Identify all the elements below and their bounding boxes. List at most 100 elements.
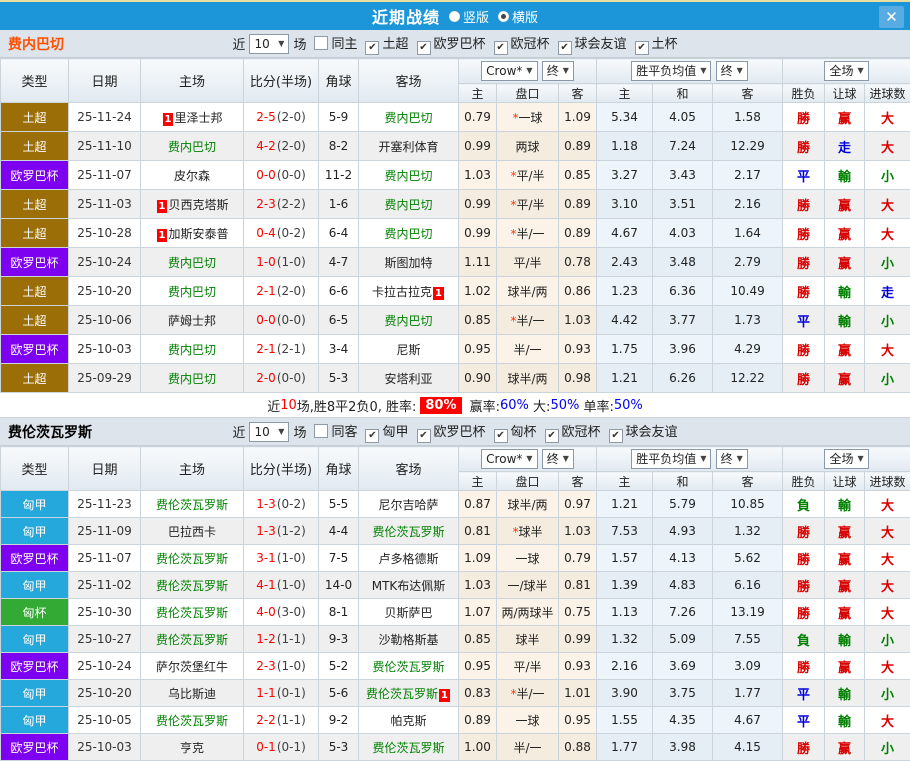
recent-count-select[interactable]: 10▼	[249, 34, 289, 54]
avg-type-select[interactable]: 胜平负均值▼	[631, 61, 711, 81]
avg-draw: 7.26	[653, 599, 713, 626]
filter-checkbox-土超[interactable]	[365, 41, 379, 55]
filter-checkbox-球会友谊[interactable]	[609, 429, 623, 443]
halftime-score: (1-0)	[277, 578, 306, 592]
filter-checkbox-同客[interactable]	[314, 424, 328, 438]
handicap-line: 平/半	[497, 248, 559, 277]
col-avg-home: 主	[597, 84, 653, 103]
horizontal-radio-label[interactable]: 横版	[512, 7, 538, 26]
close-icon[interactable]: ✕	[879, 6, 904, 28]
odds-home: 1.02	[459, 277, 497, 306]
result-wdl: 平	[783, 707, 825, 734]
away-team: 费伦茨瓦罗斯	[359, 734, 459, 761]
odds-away: 0.89	[559, 219, 597, 248]
avg-draw: 4.35	[653, 707, 713, 734]
vertical-radio[interactable]	[449, 11, 460, 22]
avg-home-win: 4.67	[597, 219, 653, 248]
odds-away: 0.89	[559, 190, 597, 219]
odds-time-select[interactable]: 终▼	[542, 61, 574, 81]
match-score: 2-0(0-0)	[244, 364, 319, 393]
handicap-line: 球半/两	[497, 364, 559, 393]
avg-away-win: 13.19	[713, 599, 783, 626]
avg-home-win: 2.16	[597, 653, 653, 680]
col-away: 客场	[359, 59, 459, 103]
col-avg-home: 主	[597, 472, 653, 491]
result-goals: 大	[865, 491, 910, 518]
league-badge: 匈甲	[1, 518, 69, 545]
handicap-line: 一/球半	[497, 572, 559, 599]
filter-checkbox-匈甲[interactable]	[365, 429, 379, 443]
home-team: 费内巴切	[141, 132, 244, 161]
avg-time-select[interactable]: 终▼	[716, 61, 748, 81]
fulltime-score: 1-3	[256, 497, 276, 511]
result-handicap: 赢	[825, 518, 865, 545]
corner-score: 8-1	[319, 599, 359, 626]
filter-checkbox-匈杯[interactable]	[494, 429, 508, 443]
filter-checkbox-球会友谊[interactable]	[558, 41, 572, 55]
changed-line-star: *	[512, 525, 518, 539]
col-result-goals: 进球数	[865, 84, 910, 103]
result-wdl: 勝	[783, 599, 825, 626]
changed-line-star: *	[510, 227, 516, 241]
result-wdl: 勝	[783, 132, 825, 161]
filter-checkbox-欧罗巴杯[interactable]	[417, 41, 431, 55]
handicap-line: 两/两球半	[497, 599, 559, 626]
filter-checkbox-同主[interactable]	[314, 36, 328, 50]
chevron-down-icon: ▼	[857, 62, 863, 80]
corner-score: 6-5	[319, 306, 359, 335]
near-label: 近	[232, 34, 245, 53]
result-handicap: 赢	[825, 103, 865, 132]
col-score: 比分(半场)	[244, 447, 319, 491]
handicap-line: *球半	[497, 518, 559, 545]
odds-home: 0.79	[459, 103, 497, 132]
odds-home: 0.89	[459, 707, 497, 734]
chevron-down-icon: ▼	[563, 450, 569, 468]
avg-type-value: 胜平负均值	[636, 450, 696, 468]
red-card-badge: 1	[433, 287, 444, 300]
fulltime-score: 1-1	[256, 686, 276, 700]
league-badge: 匈甲	[1, 572, 69, 599]
avg-home-win: 3.90	[597, 680, 653, 707]
match-score: 0-0(0-0)	[244, 306, 319, 335]
avg-home-win: 1.13	[597, 599, 653, 626]
odds-home: 0.85	[459, 626, 497, 653]
result-goals: 大	[865, 518, 910, 545]
away-team: 卡拉古拉克1	[359, 277, 459, 306]
filter-label: 欧罗巴杯	[434, 37, 486, 52]
odds-away: 1.03	[559, 306, 597, 335]
filter-checkbox-欧罗巴杯[interactable]	[417, 429, 431, 443]
fulltime-score: 3-1	[256, 551, 276, 565]
halftime-score: (1-0)	[277, 551, 306, 565]
horizontal-radio[interactable]	[498, 11, 509, 22]
match-date: 25-11-23	[69, 491, 141, 518]
filter-checkbox-欧冠杯[interactable]	[545, 429, 559, 443]
avg-time-value: 终	[721, 450, 733, 468]
scope-select[interactable]: 全场▼	[824, 449, 868, 469]
match-score: 2-1(2-1)	[244, 335, 319, 364]
avg-home-win: 5.34	[597, 103, 653, 132]
avg-group-header: 胜平负均值▼ 终▼	[597, 447, 783, 472]
filter-checkbox-欧冠杯[interactable]	[494, 41, 508, 55]
fulltime-score: 0-4	[256, 226, 276, 240]
avg-type-select[interactable]: 胜平负均值▼	[631, 449, 711, 469]
result-goals: 小	[865, 248, 910, 277]
odds-time-select[interactable]: 终▼	[542, 449, 574, 469]
fulltime-score: 4-1	[256, 578, 276, 592]
away-team: 帕克斯	[359, 707, 459, 734]
vertical-radio-label[interactable]: 竖版	[463, 7, 489, 26]
avg-time-select[interactable]: 终▼	[716, 449, 748, 469]
corner-score: 14-0	[319, 572, 359, 599]
halftime-score: (1-1)	[277, 632, 306, 646]
home-team: 萨姆士邦	[141, 306, 244, 335]
filter-checkbox-土杯[interactable]	[635, 41, 649, 55]
recent-count-select[interactable]: 10▼	[249, 422, 289, 442]
odds-home: 0.81	[459, 518, 497, 545]
odds-company-select[interactable]: Crow*▼	[481, 61, 537, 81]
away-team: 费伦茨瓦罗斯	[359, 653, 459, 680]
odds-away: 1.03	[559, 518, 597, 545]
scope-select[interactable]: 全场▼	[824, 61, 868, 81]
result-wdl: 勝	[783, 572, 825, 599]
result-wdl: 勝	[783, 653, 825, 680]
odds-company-select[interactable]: Crow*▼	[481, 449, 537, 469]
handicap-line: *平/半	[497, 190, 559, 219]
